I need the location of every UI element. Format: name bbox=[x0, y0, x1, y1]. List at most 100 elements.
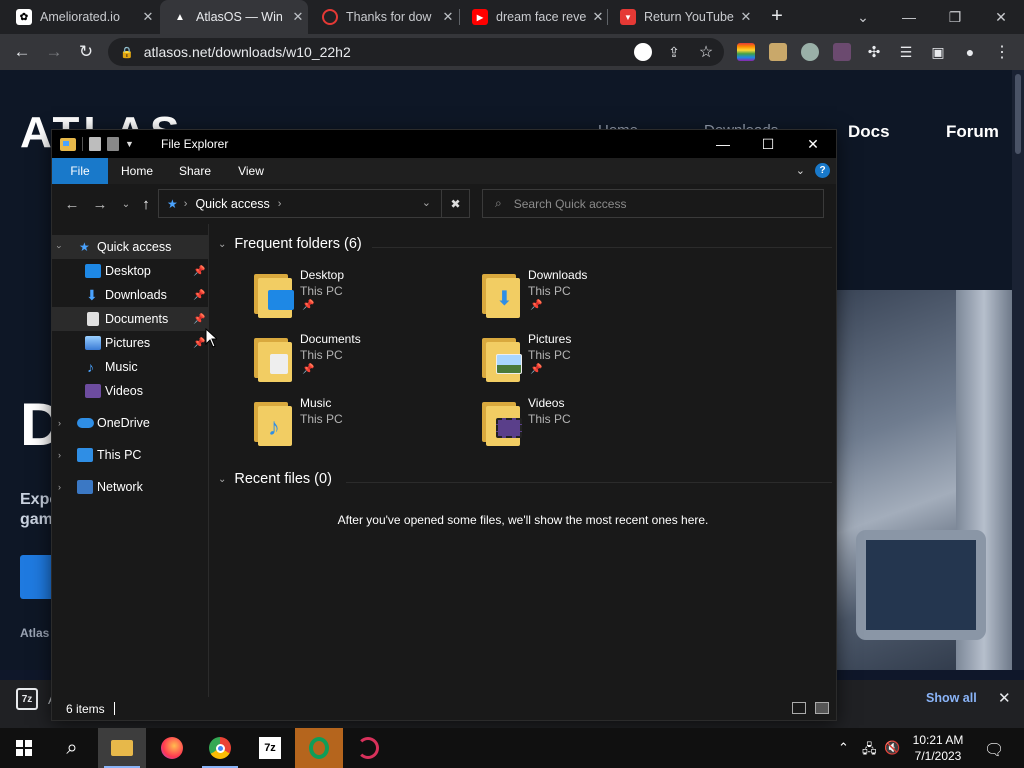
tab-dream-face[interactable]: ▶ dream face reve ✕ bbox=[460, 0, 608, 34]
address-dropdown-icon[interactable]: ⌄ bbox=[422, 196, 431, 209]
breadcrumb-chevron-icon[interactable]: › bbox=[278, 198, 282, 210]
cat-extension-icon[interactable] bbox=[801, 43, 819, 61]
show-all-button[interactable]: Show all bbox=[926, 691, 977, 705]
browser-minimize-button[interactable]: — bbox=[886, 0, 932, 34]
browser-restore-button[interactable]: ❐ bbox=[932, 0, 978, 34]
search-icon[interactable]: ⌕ bbox=[48, 728, 96, 768]
expand-chevron-icon[interactable]: › bbox=[58, 450, 61, 460]
ribbon-expand-chevron-icon[interactable]: ⌄ bbox=[796, 164, 805, 177]
taskbar-7zip[interactable]: 7z bbox=[246, 728, 294, 768]
folder-tile-pictures[interactable]: Pictures This PC 📌 bbox=[482, 332, 702, 390]
nav-this-pc[interactable]: › This PC bbox=[52, 443, 209, 467]
tab-search-chevron-icon[interactable]: ⌄ bbox=[840, 0, 886, 34]
volume-muted-icon[interactable]: 🔇 bbox=[884, 740, 900, 756]
tab-return-youtube[interactable]: ▼ Return YouTube ✕ bbox=[608, 0, 756, 34]
flag-extension-icon[interactable] bbox=[833, 43, 851, 61]
frequent-folders-header[interactable]: ⌄ Frequent folders (6) bbox=[218, 236, 362, 252]
pin-icon[interactable]: 📌 bbox=[193, 338, 205, 349]
expand-chevron-icon[interactable]: › bbox=[58, 482, 61, 492]
pin-icon[interactable]: 📌 bbox=[193, 290, 205, 301]
pride-extension-icon[interactable] bbox=[737, 43, 755, 61]
properties-icon[interactable] bbox=[89, 137, 101, 151]
nav-network[interactable]: › Network bbox=[52, 475, 209, 499]
site-nav-docs[interactable]: Docs bbox=[848, 122, 890, 142]
nav-item-desktop[interactable]: Desktop 📌 bbox=[52, 259, 209, 283]
expand-chevron-icon[interactable]: › bbox=[58, 418, 61, 428]
system-clock[interactable]: 10:21 AM 7/1/2023 bbox=[900, 732, 976, 764]
breadcrumb-quick-access[interactable]: Quick access bbox=[195, 197, 269, 211]
reload-icon[interactable]: ↻ bbox=[74, 40, 98, 64]
ribbon-tab-file[interactable]: File bbox=[52, 158, 108, 184]
breadcrumb-chevron-icon[interactable]: › bbox=[184, 198, 188, 210]
nav-item-documents[interactable]: Documents 📌 bbox=[52, 307, 209, 331]
shelf-close-icon[interactable]: ✕ bbox=[998, 689, 1011, 707]
collapse-chevron-icon[interactable]: ⌄ bbox=[218, 474, 226, 485]
google-lens-icon[interactable] bbox=[634, 43, 652, 61]
explorer-minimize-button[interactable]: — bbox=[700, 130, 746, 158]
explorer-search-input[interactable]: ⌕ Search Quick access bbox=[482, 189, 824, 218]
network-status-icon[interactable]: 🖧 bbox=[862, 740, 877, 762]
explorer-back-icon[interactable]: ← bbox=[62, 194, 82, 214]
qat-dropdown-icon[interactable]: ▼ bbox=[125, 139, 134, 149]
nav-item-videos[interactable]: Videos bbox=[52, 379, 209, 403]
expand-chevron-icon[interactable]: › bbox=[55, 246, 65, 249]
tab-close-icon[interactable]: ✕ bbox=[138, 9, 158, 25]
details-view-icon[interactable] bbox=[792, 702, 806, 714]
tab-close-icon[interactable]: ✕ bbox=[588, 9, 608, 25]
clear-address-icon[interactable]: ✖ bbox=[441, 190, 469, 217]
explorer-address-bar[interactable]: ★ › Quick access › ⌄ ✖ bbox=[158, 189, 470, 218]
tab-thanks[interactable]: Thanks for dow ✕ bbox=[310, 0, 458, 34]
bookmark-star-icon[interactable]: ☆ bbox=[694, 40, 718, 64]
explorer-forward-icon[interactable]: → bbox=[90, 194, 110, 214]
tab-atlasos[interactable]: ▲ AtlasOS — Win ✕ bbox=[160, 0, 308, 34]
start-windows-icon[interactable] bbox=[0, 728, 48, 768]
ribbon-tab-view[interactable]: View bbox=[228, 158, 274, 184]
new-folder-icon[interactable] bbox=[107, 137, 119, 151]
collapse-chevron-icon[interactable]: ⌄ bbox=[218, 239, 226, 250]
address-bar[interactable]: 🔒 atlasos.net/downloads/w10_22h2 bbox=[108, 38, 724, 66]
nav-onedrive[interactable]: › OneDrive bbox=[52, 411, 209, 435]
side-panel-icon[interactable]: ▣ bbox=[926, 40, 950, 64]
large-icons-view-icon[interactable] bbox=[815, 702, 829, 714]
recent-locations-chevron-icon[interactable]: ⌄ bbox=[116, 194, 136, 214]
pin-icon[interactable]: 📌 bbox=[193, 314, 205, 325]
new-tab-button[interactable]: + bbox=[766, 6, 788, 28]
share-icon[interactable]: ⇪ bbox=[662, 40, 686, 64]
browser-close-button[interactable]: ✕ bbox=[978, 0, 1024, 34]
folder-tile-downloads[interactable]: ⬇ Downloads This PC 📌 bbox=[482, 268, 702, 326]
browser-menu-icon[interactable]: ⋮ bbox=[990, 40, 1014, 64]
pin-icon[interactable]: 📌 bbox=[193, 266, 205, 277]
back-arrow-icon[interactable]: ← bbox=[10, 40, 34, 64]
up-arrow-icon[interactable]: ↑ bbox=[136, 194, 156, 214]
nav-quick-access[interactable]: › ★ Quick access bbox=[52, 235, 209, 259]
taskbar-opera[interactable] bbox=[295, 728, 343, 768]
folder-tile-music[interactable]: ♪ Music This PC bbox=[254, 396, 474, 454]
taskbar-app[interactable] bbox=[344, 728, 392, 768]
taskbar-chrome[interactable] bbox=[196, 728, 244, 768]
recent-files-header[interactable]: ⌄ Recent files (0) bbox=[218, 471, 332, 487]
folder-tile-desktop[interactable]: Desktop This PC 📌 bbox=[254, 268, 474, 326]
nav-item-downloads[interactable]: ⬇ Downloads 📌 bbox=[52, 283, 209, 307]
tab-close-icon[interactable]: ✕ bbox=[438, 9, 458, 25]
folder-tile-documents[interactable]: Documents This PC 📌 bbox=[254, 332, 474, 390]
forward-arrow-icon[interactable]: → bbox=[42, 40, 66, 64]
scrollbar-thumb[interactable] bbox=[1015, 74, 1021, 154]
ribbon-tab-share[interactable]: Share bbox=[172, 158, 218, 184]
page-scrollbar[interactable] bbox=[1012, 70, 1024, 670]
site-nav-forum[interactable]: Forum bbox=[946, 122, 999, 142]
nav-item-music[interactable]: ♪ Music bbox=[52, 355, 209, 379]
doge-extension-icon[interactable] bbox=[769, 43, 787, 61]
explorer-maximize-button[interactable]: ☐ bbox=[745, 130, 791, 158]
extensions-puzzle-icon[interactable]: ✣ bbox=[862, 40, 886, 64]
explorer-close-button[interactable]: ✕ bbox=[790, 130, 836, 158]
taskbar-file-explorer[interactable] bbox=[98, 728, 146, 768]
help-icon[interactable]: ? bbox=[815, 163, 830, 178]
folder-tile-videos[interactable]: Videos This PC bbox=[482, 396, 702, 454]
tab-close-icon[interactable]: ✕ bbox=[736, 9, 756, 25]
7zip-file-icon[interactable]: 7z bbox=[16, 688, 38, 710]
ribbon-tab-home[interactable]: Home bbox=[114, 158, 160, 184]
tab-close-icon[interactable]: ✕ bbox=[288, 9, 308, 25]
tray-overflow-chevron-icon[interactable]: ⌃ bbox=[838, 740, 849, 756]
profile-avatar-icon[interactable]: ● bbox=[958, 40, 982, 64]
notification-center-icon[interactable]: 🗨 bbox=[984, 740, 1004, 760]
